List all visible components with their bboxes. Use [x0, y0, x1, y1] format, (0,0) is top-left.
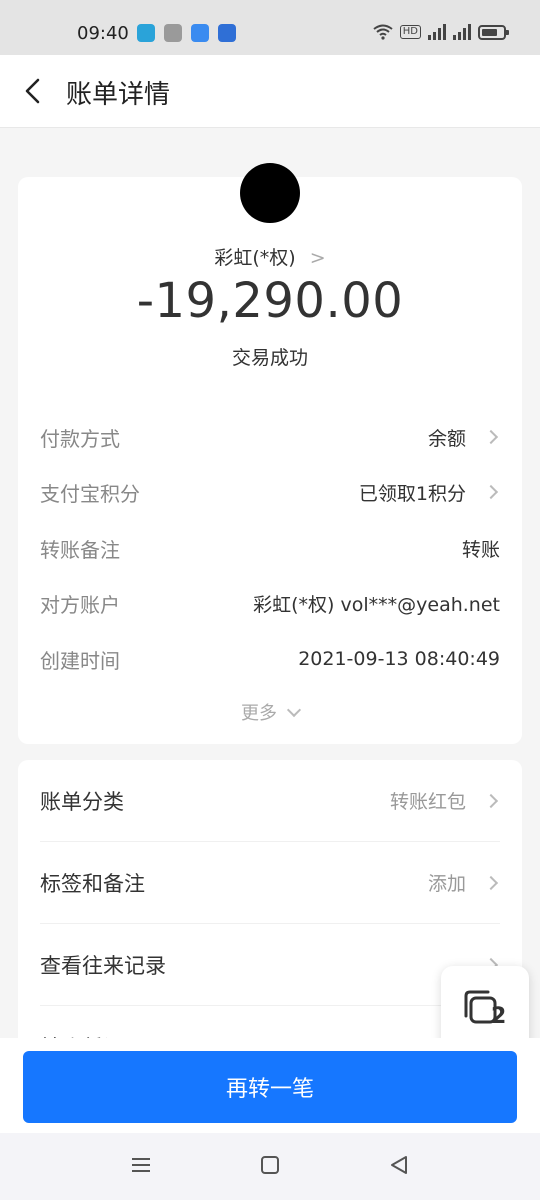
- detail-value: 转账: [461, 538, 500, 561]
- battery-icon: [478, 24, 509, 40]
- list-label: 查看往来记录: [40, 953, 166, 978]
- detail-row-payment-method[interactable]: 付款方式 余额: [40, 422, 500, 452]
- list-item-history[interactable]: 查看往来记录: [40, 924, 500, 1006]
- back-arrow-icon[interactable]: [20, 77, 48, 105]
- detail-value: 余额: [427, 427, 466, 450]
- hd-badge: HD: [399, 25, 421, 39]
- bill-summary-card: 彩虹(*权) > -19,290.00 交易成功 付款方式 余额 支付宝积分 已领…: [18, 163, 522, 744]
- chevron-right-icon: >: [309, 247, 326, 269]
- list-value: 添加: [427, 873, 466, 895]
- list-label: 账单分类: [40, 789, 124, 814]
- detail-row-created-time: 创建时间 2021-09-13 08:40:49: [40, 644, 500, 674]
- amount: -19,290.00: [136, 273, 404, 329]
- transaction-status: 交易成功: [231, 347, 308, 369]
- detail-row-remark: 转账备注 转账: [40, 533, 500, 563]
- telegram-icon: [137, 24, 155, 42]
- more-label: 更多: [241, 703, 277, 724]
- app-icon: [218, 24, 236, 42]
- detail-value: 2021-09-13 08:40:49: [298, 648, 500, 670]
- window-count: 2: [491, 1004, 507, 1029]
- status-indicators: HD: [373, 24, 509, 40]
- page-title: 账单详情: [66, 80, 171, 110]
- list-item-bill-category[interactable]: 账单分类 转账红包: [40, 760, 500, 842]
- payee-name[interactable]: 彩虹(*权) >: [18, 243, 522, 270]
- more-toggle[interactable]: 更多: [18, 699, 522, 725]
- detail-label: 对方账户: [40, 592, 120, 617]
- menu-icon[interactable]: [131, 1155, 151, 1175]
- payee-label: 彩虹(*权): [214, 247, 296, 269]
- detail-value: 彩虹(*权) vol***@yeah.net: [253, 593, 500, 616]
- chevron-right-icon: [483, 793, 499, 808]
- chevron-down-icon: [286, 702, 302, 718]
- detail-value: 已领取1积分: [358, 482, 466, 505]
- app-icon: [191, 24, 209, 42]
- detail-label: 创建时间: [40, 648, 120, 673]
- signal-5g-icon: [428, 24, 446, 40]
- list-label: 标签和备注: [40, 871, 145, 896]
- status-time: 09:40: [77, 23, 129, 44]
- detail-label: 转账备注: [40, 537, 120, 562]
- home-icon[interactable]: [260, 1155, 280, 1175]
- detail-label: 支付宝积分: [40, 481, 140, 506]
- app-header: 账单详情: [0, 55, 540, 128]
- transfer-again-button[interactable]: 再转一笔: [23, 1051, 517, 1123]
- wifi-icon: [373, 24, 393, 40]
- detail-row-points[interactable]: 支付宝积分 已领取1积分: [40, 477, 500, 507]
- chevron-right-icon: [483, 429, 499, 445]
- status-bar: 09:40 HD: [0, 0, 540, 55]
- app-icon: [164, 24, 182, 42]
- system-nav-bar: [0, 1133, 540, 1200]
- detail-label: 付款方式: [40, 426, 120, 451]
- list-item-tags-notes[interactable]: 标签和备注 添加: [40, 842, 500, 924]
- detail-row-counterparty: 对方账户 彩虹(*权) vol***@yeah.net: [40, 588, 500, 618]
- list-value: 转账红包: [389, 791, 466, 813]
- back-icon[interactable]: [389, 1155, 409, 1175]
- chevron-right-icon: [483, 484, 499, 500]
- avatar[interactable]: [240, 163, 300, 223]
- signal-4g-icon: [453, 24, 471, 40]
- status-app-icons: [137, 24, 236, 42]
- chevron-right-icon: [483, 875, 499, 890]
